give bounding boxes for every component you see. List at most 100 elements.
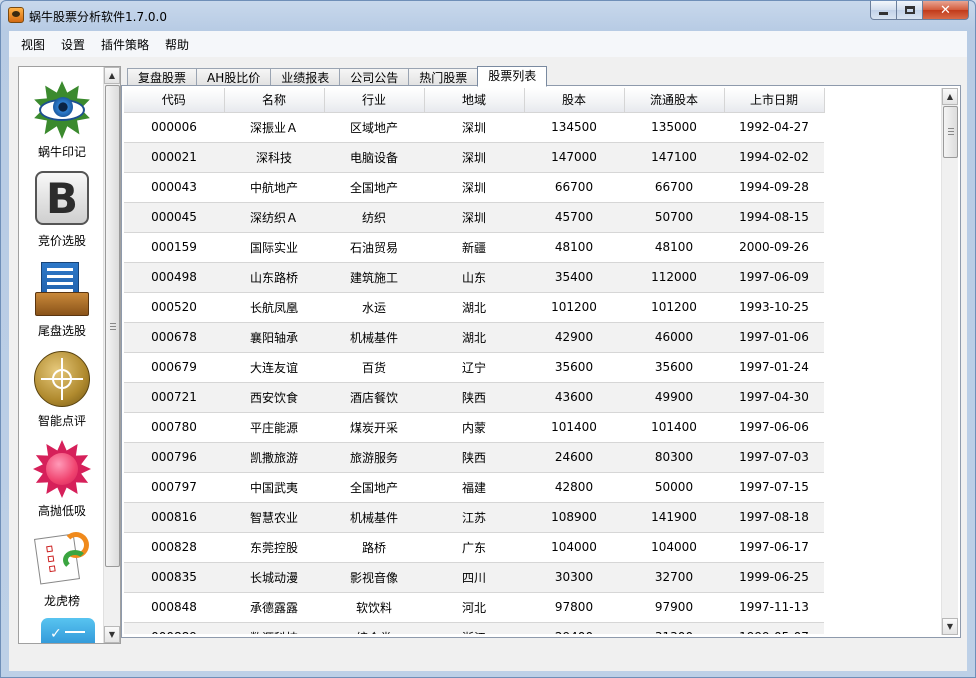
cell-listing-date: 1997-06-17	[724, 532, 824, 563]
tool-sell-high-buy-low[interactable]: 高抛低吸	[19, 440, 105, 519]
cell-name: 山东路桥	[224, 262, 324, 293]
row-filler	[824, 352, 942, 382]
cell-name: 中国武夷	[224, 472, 324, 503]
cell-code: 000159	[124, 232, 224, 263]
column-header-region[interactable]: 地域	[424, 88, 525, 113]
tool-dragon-tiger-list[interactable]: 龙虎榜	[19, 530, 105, 609]
table-row[interactable]: 000678 襄阳轴承 机械基件 湖北 42900 46000 1997-01-06	[124, 322, 942, 353]
cell-industry: 旅游服务	[324, 442, 424, 473]
column-header-code[interactable]: 代码	[124, 88, 225, 113]
table-row[interactable]: 000021 深科技 电脑设备 深圳 147000 147100 1994-02-02	[124, 142, 942, 173]
app-logo-icon[interactable]	[8, 7, 24, 23]
table-scroll-up-button[interactable]: ▲	[942, 88, 958, 105]
row-filler	[824, 262, 942, 292]
menu-settings[interactable]: 设置	[53, 36, 93, 53]
cell-industry: 酒店餐饮	[324, 382, 424, 413]
tool-auction-pick[interactable]: B 竞价选股	[19, 170, 105, 249]
cell-industry: 百货	[324, 352, 424, 383]
table-scroll-thumb[interactable]	[943, 106, 958, 158]
cell-region: 深圳	[424, 142, 524, 173]
menu-help[interactable]: 帮助	[157, 36, 197, 53]
row-filler	[824, 592, 942, 622]
table-scroll-down-button[interactable]: ▼	[942, 618, 958, 635]
table-row[interactable]: 000498 山东路桥 建筑施工 山东 35400 112000 1997-06-09	[124, 262, 942, 293]
table-scrollbar[interactable]: ▲ ▼	[941, 88, 958, 635]
cell-code: 000796	[124, 442, 224, 473]
column-header-total-shares[interactable]: 股本	[524, 88, 625, 113]
table-row[interactable]: 000679 大连友谊 百货 辽宁 35600 35600 1997-01-24	[124, 352, 942, 383]
table-row[interactable]: 000796 凯撒旅游 旅游服务 陕西 24600 80300 1997-07-03	[124, 442, 942, 473]
minimize-button[interactable]	[870, 1, 897, 20]
cell-code: 000045	[124, 202, 224, 233]
cell-industry: 软饮料	[324, 592, 424, 623]
table-row[interactable]: 000828 东莞控股 路桥 广东 104000 104000 1997-06-17	[124, 532, 942, 563]
close-button[interactable]: ✕	[923, 1, 969, 20]
cell-float-shares: 35600	[624, 352, 724, 383]
title-bar[interactable]: 蜗牛股票分析软件1.7.0.0 ✕	[1, 1, 975, 29]
cell-name: 长城动漫	[224, 562, 324, 593]
tab-stock-list[interactable]: 股票列表	[477, 66, 548, 87]
row-filler	[824, 142, 942, 172]
next-tool-icon[interactable]: ✓	[41, 618, 95, 643]
cell-region: 湖北	[424, 322, 524, 353]
menu-plugin-strategy[interactable]: 插件策略	[93, 36, 157, 53]
cell-float-shares: 31300	[624, 622, 724, 634]
cell-float-shares: 80300	[624, 442, 724, 473]
arrow-up-icon: ▲	[108, 71, 116, 80]
table-row[interactable]: 000835 长城动漫 影视音像 四川 30300 32700 1999-06-25	[124, 562, 942, 593]
minimize-icon	[879, 11, 888, 15]
tool-close-pick[interactable]: 尾盘选股	[19, 260, 105, 339]
cell-listing-date: 1997-07-15	[724, 472, 824, 503]
table-row[interactable]: 000520 长航凤凰 水运 湖北 101200 101200 1993-10-25	[124, 292, 942, 323]
row-filler	[824, 412, 942, 442]
crosshair-icon	[33, 350, 91, 408]
table-row[interactable]: 000043 中航地产 全国地产 深圳 66700 66700 1994-09-28	[124, 172, 942, 203]
cell-region: 河北	[424, 592, 524, 623]
scroll-thumb[interactable]	[105, 85, 120, 567]
table-row[interactable]: 000006 深振业Ａ 区域地产 深圳 134500 135000 1992-04-27	[124, 112, 942, 143]
column-header-industry[interactable]: 行业	[324, 88, 425, 113]
cell-code: 000679	[124, 352, 224, 383]
cell-code: 000021	[124, 142, 224, 173]
table-row[interactable]: 000780 平庄能源 煤炭开采 内蒙 101400 101400 1997-06-06	[124, 412, 942, 443]
menu-view[interactable]: 视图	[13, 36, 53, 53]
cell-listing-date: 1994-02-02	[724, 142, 824, 173]
cell-industry: 电脑设备	[324, 142, 424, 173]
table-row[interactable]: 000889数源科技综合类浙江29400313001999-05-07	[124, 622, 942, 634]
table-row[interactable]: 000159 国际实业 石油贸易 新疆 48100 48100 2000-09-26	[124, 232, 942, 263]
table-row[interactable]: 000797 中国武夷 全国地产 福建 42800 50000 1997-07-15	[124, 472, 942, 503]
cell-listing-date: 1992-04-27	[724, 112, 824, 143]
cell-total-shares: 48100	[524, 232, 624, 263]
cell-region: 浙江	[424, 622, 524, 634]
scroll-up-button[interactable]: ▲	[104, 67, 120, 84]
table-row[interactable]: 000816 智慧农业 机械基件 江苏 108900 141900 1997-08-18	[124, 502, 942, 533]
cell-float-shares: 97900	[624, 592, 724, 623]
scroll-down-button[interactable]: ▼	[104, 626, 120, 643]
cell-name: 平庄能源	[224, 412, 324, 443]
app-window: 蜗牛股票分析软件1.7.0.0 ✕ 视图 设置 插件策略 帮助 蜗牛印记 B 竞…	[0, 0, 976, 678]
table-row[interactable]: 000848 承德露露 软饮料 河北 97800 97900 1997-11-13	[124, 592, 942, 623]
tool-snail-mark[interactable]: 蜗牛印记	[19, 81, 105, 160]
cell-float-shares: 50700	[624, 202, 724, 233]
cell-code: 000816	[124, 502, 224, 533]
tool-label: 智能点评	[37, 414, 86, 428]
table-row[interactable]: 000045 深纺织Ａ 纺织 深圳 45700 50700 1994-08-15	[124, 202, 942, 233]
tool-panel-scrollbar[interactable]: ▲ ▼	[103, 67, 120, 643]
cell-name: 数源科技	[224, 622, 324, 634]
cell-region: 新疆	[424, 232, 524, 263]
table-row[interactable]: 000721 西安饮食 酒店餐饮 陕西 43600 49900 1997-04-30	[124, 382, 942, 413]
stock-table: 代码 名称 行业 地域 股本 流通股本 上市日期 000006 深振业Ａ 区域地产深…	[124, 88, 942, 634]
cell-float-shares: 50000	[624, 472, 724, 503]
tool-panel: 蜗牛印记 B 竞价选股 尾盘选股 智能点评 高抛低吸 龙虎榜 ✓ ▲ ▼	[18, 66, 121, 644]
cell-name: 襄阳轴承	[224, 322, 324, 353]
tool-smart-review[interactable]: 智能点评	[19, 350, 105, 429]
cell-name: 深科技	[224, 142, 324, 173]
cell-name: 东莞控股	[224, 532, 324, 563]
column-header-name[interactable]: 名称	[224, 88, 325, 113]
cell-listing-date: 1999-06-25	[724, 562, 824, 593]
maximize-button[interactable]	[897, 1, 923, 20]
column-header-float-shares[interactable]: 流通股本	[624, 88, 725, 113]
cell-code: 000520	[124, 292, 224, 323]
cell-industry: 机械基件	[324, 502, 424, 533]
column-header-listing-date[interactable]: 上市日期	[724, 88, 825, 113]
